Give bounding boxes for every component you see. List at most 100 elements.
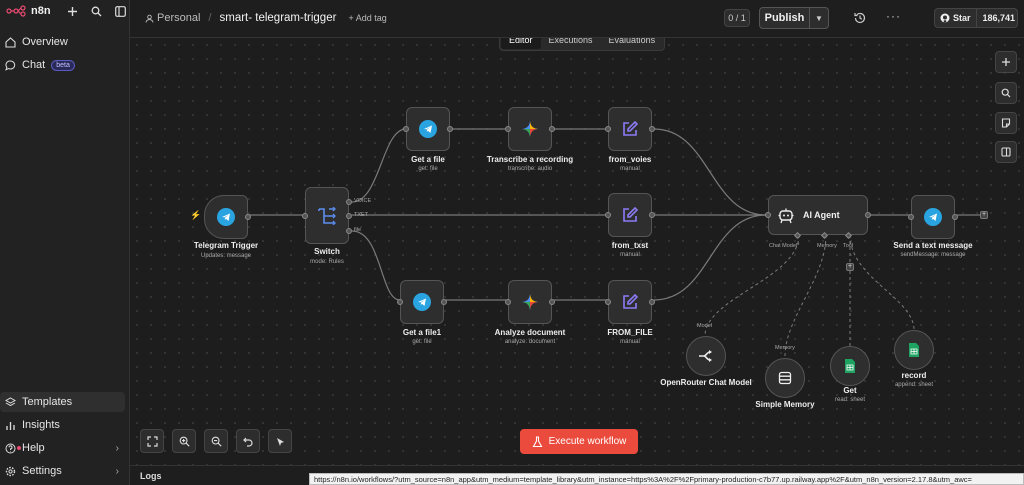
- node-analyze-document[interactable]: [505, 280, 555, 324]
- node-from-voies[interactable]: [605, 107, 655, 151]
- output-port[interactable]: [549, 299, 555, 305]
- add-node-button[interactable]: [995, 51, 1017, 73]
- github-star: Star: [935, 9, 977, 27]
- templates-icon: [5, 396, 16, 408]
- sidebar-toggle-icon[interactable]: [113, 4, 127, 18]
- output-port[interactable]: [549, 126, 555, 132]
- sidebar-item-settings[interactable]: Settings ›: [0, 461, 125, 481]
- undo-icon: [242, 437, 253, 447]
- node-get-file[interactable]: [403, 107, 453, 151]
- breadcrumb-separator: /: [208, 12, 212, 24]
- app-logo[interactable]: n8n: [6, 5, 51, 17]
- node-openrouter[interactable]: [686, 336, 726, 376]
- switch-output-label: VOICE: [354, 198, 372, 204]
- fit-view-icon: [146, 435, 158, 447]
- tab-editor[interactable]: Editor: [501, 38, 541, 49]
- telegram-icon: [924, 208, 942, 226]
- undo-button[interactable]: [236, 429, 260, 453]
- node-title: FROM_FILE: [607, 328, 653, 337]
- switch-output-label: TXET: [354, 212, 369, 218]
- sidebar-item-chat[interactable]: Chat beta: [0, 55, 125, 75]
- insights-icon: [5, 420, 16, 431]
- output-port[interactable]: [245, 214, 251, 220]
- output-port[interactable]: [649, 212, 655, 218]
- project-link[interactable]: Personal: [145, 12, 200, 24]
- input-port[interactable]: [302, 213, 308, 219]
- input-port[interactable]: [908, 214, 914, 220]
- agent-port-label: Chat Model*: [769, 243, 800, 249]
- search-nodes-button[interactable]: [995, 82, 1017, 104]
- add-node-icon[interactable]: +: [980, 211, 988, 219]
- node-from-file[interactable]: [605, 280, 655, 324]
- add-tag-button[interactable]: + Add tag: [348, 13, 386, 23]
- node-switch[interactable]: [302, 187, 352, 244]
- tab-executions[interactable]: Executions: [541, 38, 601, 49]
- add-tool-icon[interactable]: +: [846, 263, 854, 271]
- node-telegram-trigger[interactable]: [204, 195, 251, 239]
- output-port[interactable]: [346, 228, 352, 234]
- tidy-up-button[interactable]: [268, 429, 292, 453]
- logs-label: Logs: [140, 471, 162, 481]
- edge-agent-memory: [784, 234, 827, 357]
- output-port[interactable]: [441, 299, 447, 305]
- input-port[interactable]: [765, 212, 771, 218]
- wand-icon: [276, 437, 284, 446]
- input-port[interactable]: [505, 126, 511, 132]
- toggle-panel-button[interactable]: [995, 141, 1017, 163]
- output-port[interactable]: [447, 126, 453, 132]
- github-icon: [940, 13, 950, 23]
- add-icon[interactable]: [65, 4, 79, 18]
- panel-icon: [1001, 147, 1011, 157]
- input-port[interactable]: [605, 126, 611, 132]
- node-subtitle: sendMessage: message: [900, 252, 966, 258]
- fit-view-button[interactable]: [140, 429, 164, 453]
- node-get-file1[interactable]: [397, 280, 447, 324]
- workflow-canvas[interactable]: Editor Executions Evaluations ⚡ Telegram…: [130, 38, 1024, 465]
- history-icon[interactable]: [853, 11, 867, 25]
- search-icon[interactable]: [89, 4, 103, 18]
- telegram-icon: [413, 293, 431, 311]
- output-port[interactable]: [865, 212, 871, 218]
- sidebar-item-help[interactable]: Help ›: [0, 438, 125, 458]
- flask-icon: [532, 435, 543, 447]
- publish-button[interactable]: Publish ▼: [759, 7, 829, 29]
- input-port[interactable]: [605, 299, 611, 305]
- zoom-out-button[interactable]: [204, 429, 228, 453]
- github-star-button[interactable]: Star 186,741: [934, 8, 1018, 28]
- sidebar-item-label: Help: [22, 442, 45, 454]
- tab-evaluations[interactable]: Evaluations: [601, 38, 664, 49]
- output-port[interactable]: [649, 126, 655, 132]
- edit-icon: [623, 120, 639, 136]
- execute-workflow-button[interactable]: Execute workflow: [520, 429, 638, 454]
- chevron-down-icon[interactable]: ▼: [810, 14, 828, 23]
- sticky-note-button[interactable]: [995, 112, 1017, 134]
- node-from-txst[interactable]: [605, 193, 655, 237]
- node-subtitle: manual: [620, 339, 640, 345]
- input-port[interactable]: [403, 126, 409, 132]
- node-title: Send a text message: [893, 241, 973, 250]
- node-subtitle: manual: [620, 166, 640, 172]
- output-port[interactable]: [346, 199, 352, 205]
- input-port[interactable]: [605, 212, 611, 218]
- sidebar-item-overview[interactable]: Overview: [0, 32, 125, 52]
- status-bar-url: https://n8n.io/workflows/?utm_source=n8n…: [309, 473, 1024, 485]
- openrouter-icon: [699, 350, 712, 362]
- sidebar-item-insights[interactable]: Insights: [0, 415, 125, 435]
- more-options-icon[interactable]: ···: [886, 9, 901, 23]
- node-ai-agent[interactable]: AI Agent: [765, 195, 871, 240]
- output-port[interactable]: [952, 214, 958, 220]
- help-icon: [5, 443, 21, 454]
- output-port[interactable]: [649, 299, 655, 305]
- node-send-text[interactable]: [908, 195, 958, 239]
- zoom-in-button[interactable]: [172, 429, 196, 453]
- node-subtitle: mode: Rules: [310, 259, 344, 265]
- node-transcribe[interactable]: [505, 107, 555, 151]
- input-port[interactable]: [505, 299, 511, 305]
- input-port[interactable]: [397, 299, 403, 305]
- sidebar-item-templates[interactable]: Templates: [0, 392, 125, 412]
- robot-icon: [778, 208, 794, 224]
- n8n-logo-icon: [6, 5, 26, 17]
- workflow-title[interactable]: smart- telegram-trigger: [219, 12, 336, 24]
- output-port[interactable]: [346, 213, 352, 219]
- node-record-sheet[interactable]: [894, 330, 934, 370]
